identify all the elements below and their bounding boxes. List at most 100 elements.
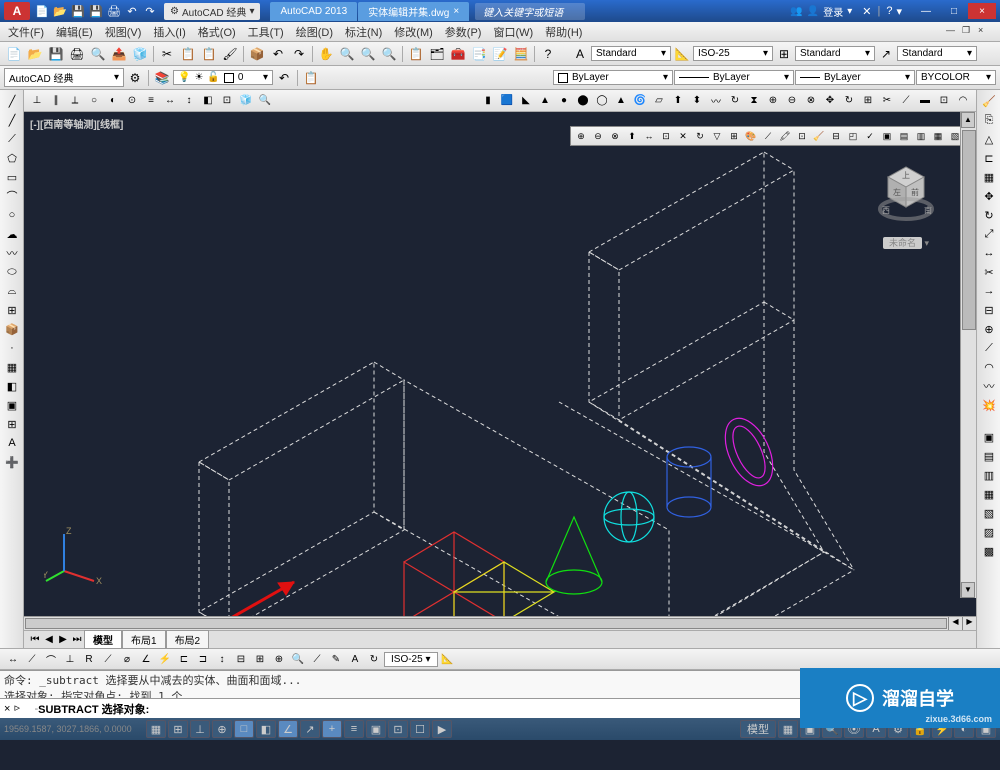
doc-tab-active[interactable]: 实体编辑并集.dwg ×: [358, 2, 469, 21]
toolpalette-button[interactable]: 🧰: [448, 44, 468, 64]
layer-prev-button[interactable]: ↶: [274, 68, 294, 88]
dim-angular[interactable]: ∠: [137, 650, 155, 668]
dimstyle-icon[interactable]: 📐: [672, 44, 692, 64]
dim-ordinate[interactable]: ⊥: [61, 650, 79, 668]
circle-button[interactable]: ○: [2, 206, 22, 224]
polar-button[interactable]: ⊕: [212, 720, 232, 738]
mleaderstyle-icon[interactable]: ↗: [876, 44, 896, 64]
constraint-btn-8[interactable]: ↔: [161, 92, 179, 110]
break-button[interactable]: ⊟: [979, 301, 999, 319]
dim-baseline[interactable]: ⊏: [175, 650, 193, 668]
solid-polysolid[interactable]: ▮: [479, 92, 497, 110]
solid-subtract[interactable]: ⊖: [783, 92, 801, 110]
paste-button[interactable]: 📋: [199, 44, 219, 64]
rectangle-button[interactable]: ▭: [2, 168, 22, 186]
help-button[interactable]: ?: [538, 44, 558, 64]
save-icon[interactable]: 💾: [70, 3, 86, 19]
cut-button[interactable]: ✂: [157, 44, 177, 64]
dim-arc[interactable]: ⌒: [42, 650, 60, 668]
qv-layouts[interactable]: ▦: [778, 720, 798, 738]
array-button[interactable]: ▦: [979, 168, 999, 186]
print-button[interactable]: 🖨: [67, 44, 87, 64]
fillet-button[interactable]: ◠: [954, 92, 972, 110]
menu-view[interactable]: 视图(V): [105, 24, 142, 40]
menu-window[interactable]: 窗口(W): [493, 24, 533, 40]
tab-next[interactable]: ▶: [56, 633, 70, 647]
draworder-btn3[interactable]: ▥: [979, 466, 999, 484]
draworder-btn7[interactable]: ▩: [979, 542, 999, 560]
spline-button[interactable]: 〰: [2, 244, 22, 262]
tab-first[interactable]: ⏮: [28, 633, 42, 647]
textstyle-dropdown[interactable]: Standard▾: [591, 46, 671, 61]
draworder-btn1[interactable]: ▣: [979, 428, 999, 446]
markup-button[interactable]: 📝: [490, 44, 510, 64]
tpy-button[interactable]: ▣: [366, 720, 386, 738]
scale-button[interactable]: ⤢: [979, 225, 999, 243]
dim-textedit[interactable]: A: [346, 650, 364, 668]
textstyle-icon[interactable]: A: [570, 44, 590, 64]
new-icon[interactable]: 📄: [34, 3, 50, 19]
fillet-button[interactable]: ◠: [979, 358, 999, 376]
new-button[interactable]: 📄: [4, 44, 24, 64]
exchange-icon[interactable]: ✕: [862, 5, 871, 18]
user-area[interactable]: 👥 👤 登录 ▾: [790, 4, 852, 19]
minimize-button[interactable]: —: [912, 3, 940, 19]
slice-button[interactable]: ⟋: [897, 92, 915, 110]
ortho-button[interactable]: ⊥: [190, 720, 210, 738]
save-button[interactable]: 💾: [46, 44, 66, 64]
extend-button[interactable]: →: [979, 282, 999, 300]
xline-button[interactable]: ╱: [2, 111, 22, 129]
calc-button[interactable]: 🧮: [511, 44, 531, 64]
undo-button[interactable]: ↶: [268, 44, 288, 64]
solid-wedge[interactable]: ◣: [517, 92, 535, 110]
lineweight-dropdown[interactable]: ByLayer▾: [795, 70, 915, 85]
insert-button[interactable]: ⊞: [2, 301, 22, 319]
solid-helix[interactable]: 🌀: [631, 92, 649, 110]
dimstyle-manager[interactable]: 📐: [439, 650, 457, 668]
search-input[interactable]: 键入关键字或短语: [475, 3, 585, 20]
properties-button[interactable]: 📋: [406, 44, 426, 64]
chamfer-button[interactable]: ⟋: [979, 339, 999, 357]
dim-tolerance[interactable]: ⊞: [251, 650, 269, 668]
dim-update[interactable]: ↻: [365, 650, 383, 668]
dim-jogline[interactable]: ⟋: [308, 650, 326, 668]
solid-box[interactable]: 🟦: [498, 92, 516, 110]
constraint-btn-12[interactable]: 🧊: [237, 92, 255, 110]
3dmove-button[interactable]: ✥: [821, 92, 839, 110]
menu-help[interactable]: 帮助(H): [545, 24, 582, 40]
solid-revolve[interactable]: ↻: [726, 92, 744, 110]
workspace-selector[interactable]: ⚙ AutoCAD 经典 ▾: [164, 3, 260, 20]
draworder-btn5[interactable]: ▧: [979, 504, 999, 522]
tab-last[interactable]: ⏭: [70, 633, 84, 647]
point-button[interactable]: ·: [2, 339, 22, 357]
solid-cylinder[interactable]: ⬤: [574, 92, 592, 110]
tablestyle-icon[interactable]: ⊞: [774, 44, 794, 64]
menu-insert[interactable]: 插入(I): [153, 24, 185, 40]
solid-loft[interactable]: ⧗: [745, 92, 763, 110]
menu-format[interactable]: 格式(O): [198, 24, 236, 40]
tab-prev[interactable]: ◀: [42, 633, 56, 647]
3drotate-button[interactable]: ↻: [840, 92, 858, 110]
menu-tools[interactable]: 工具(T): [248, 24, 284, 40]
drawing-viewport[interactable]: [-][西南等轴测][线框] ⊕ ⊖ ⊗ ⬆ ↔ ⊡ ✕ ↻ ▽ ⊞ 🎨 ⟋ 🖍…: [24, 112, 976, 616]
qp-button[interactable]: ⊡: [388, 720, 408, 738]
gradient-button[interactable]: ◧: [2, 377, 22, 395]
arc-button[interactable]: ⌒: [2, 187, 22, 205]
solid-intersect[interactable]: ⊗: [802, 92, 820, 110]
dim-edit[interactable]: ✎: [327, 650, 345, 668]
dim-radius[interactable]: R: [80, 650, 98, 668]
redo-button[interactable]: ↷: [289, 44, 309, 64]
menu-draw[interactable]: 绘图(D): [296, 24, 333, 40]
copy-button[interactable]: ⎘: [979, 111, 999, 129]
osnap-button[interactable]: □: [234, 720, 254, 738]
mdi-min[interactable]: —: [946, 25, 960, 39]
model-paper-toggle[interactable]: 模型: [740, 720, 776, 738]
mtext-button[interactable]: A: [2, 434, 22, 452]
maximize-button[interactable]: □: [940, 3, 968, 19]
offset-button[interactable]: ⊏: [979, 149, 999, 167]
color-dropdown[interactable]: ByLayer▾: [553, 70, 673, 85]
tab-layout2[interactable]: 布局2: [166, 630, 210, 649]
open-button[interactable]: 📂: [25, 44, 45, 64]
move-button[interactable]: ✥: [979, 187, 999, 205]
constraint-btn-11[interactable]: ⊡: [218, 92, 236, 110]
